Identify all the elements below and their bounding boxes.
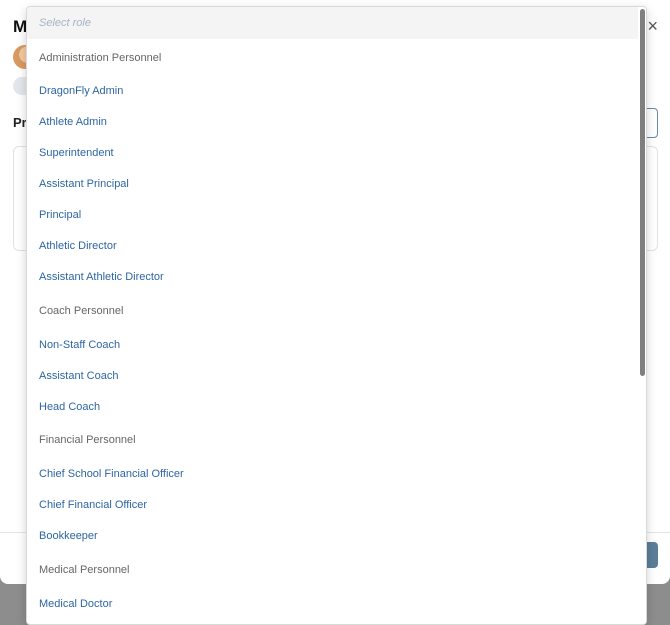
- section-label: Pr: [13, 115, 27, 130]
- option-athlete-admin[interactable]: Athlete Admin: [39, 115, 107, 129]
- option-group-financial-personnel: Financial Personnel: [39, 434, 136, 446]
- scrollbar-thumb[interactable]: [640, 9, 645, 376]
- option-head-coach[interactable]: Head Coach: [39, 400, 100, 414]
- option-non-staff-coach[interactable]: Non-Staff Coach: [39, 338, 120, 352]
- option-bookkeeper[interactable]: Bookkeeper: [39, 529, 98, 543]
- role-search-input[interactable]: [27, 7, 638, 39]
- role-search-row: [27, 7, 638, 39]
- option-chief-school-financial-officer[interactable]: Chief School Financial Officer: [39, 467, 184, 481]
- option-athletic-director[interactable]: Athletic Director: [39, 239, 117, 253]
- option-group-medical-personnel: Medical Personnel: [39, 564, 130, 576]
- close-icon[interactable]: ×: [647, 16, 658, 37]
- option-dragonfly-admin[interactable]: DragonFly Admin: [39, 84, 123, 98]
- option-assistant-athletic-director[interactable]: Assistant Athletic Director: [39, 270, 164, 284]
- dropdown-scrollbar[interactable]: [638, 7, 646, 624]
- option-principal[interactable]: Principal: [39, 208, 81, 222]
- role-dropdown[interactable]: Administration Personnel DragonFly Admin…: [26, 6, 647, 625]
- option-group-coach-personnel: Coach Personnel: [39, 305, 124, 317]
- option-chief-financial-officer[interactable]: Chief Financial Officer: [39, 498, 147, 512]
- option-group-administration-personnel: Administration Personnel: [39, 52, 162, 64]
- option-medical-doctor[interactable]: Medical Doctor: [39, 597, 112, 611]
- option-superintendent[interactable]: Superintendent: [39, 146, 114, 160]
- option-assistant-principal[interactable]: Assistant Principal: [39, 177, 129, 191]
- option-assistant-coach[interactable]: Assistant Coach: [39, 369, 118, 383]
